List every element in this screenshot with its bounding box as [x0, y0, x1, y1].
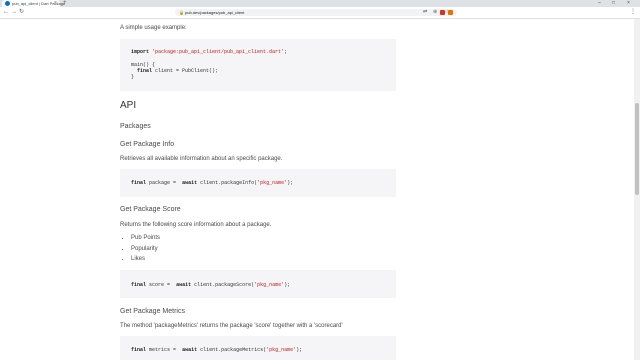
- packages-heading: Packages: [120, 123, 151, 130]
- list-item: Popularity: [131, 246, 160, 257]
- package-info-heading: Get Package Info: [120, 141, 175, 148]
- close-window-icon[interactable]: ×: [627, 0, 630, 7]
- package-info-code-block: final package = await client.packageInfo…: [120, 169, 396, 197]
- page-content: A simple usage example: import 'package:…: [0, 19, 634, 360]
- intro-text: A simple usage example:: [120, 25, 187, 31]
- new-tab-icon[interactable]: +: [63, 0, 67, 7]
- example-code-block: import 'package:pub_api_client/pub_api_c…: [120, 39, 396, 91]
- extension-icon[interactable]: [448, 10, 453, 15]
- lock-icon: 🔒: [179, 10, 184, 15]
- list-item: Likes: [131, 256, 160, 267]
- forward-icon[interactable]: →: [11, 8, 17, 17]
- extension-icon[interactable]: [440, 10, 445, 15]
- browser-menu-icon[interactable]: ⋮: [630, 8, 636, 17]
- translate-icon[interactable]: ⇄: [423, 9, 427, 16]
- package-info-description: Retrieves all available information abou…: [120, 156, 283, 162]
- address-bar[interactable]: 🔒 pub.dev/packages/pub_api_client ⇄ ⊕ ☆: [175, 9, 457, 16]
- code-line: final package = await client.packageInfo…: [131, 180, 294, 186]
- dart-favicon-icon: [5, 1, 10, 6]
- minimize-icon[interactable]: –: [598, 0, 601, 7]
- url-text: pub.dev/packages/pub_api_client: [185, 10, 245, 15]
- back-icon[interactable]: ←: [3, 8, 9, 17]
- zoom-icon[interactable]: ⊕: [433, 9, 437, 16]
- tab-title: pub_api_client | Dart Package: [12, 1, 66, 6]
- close-tab-icon[interactable]: ×: [54, 0, 57, 7]
- code-line: final metrics = await client.packageMetr…: [131, 347, 303, 353]
- list-item: Pub Points: [131, 235, 160, 246]
- code-line: final score = await client.packageScore(…: [131, 282, 291, 288]
- code-line: }: [131, 74, 135, 80]
- score-list: Pub Points Popularity Likes: [120, 235, 160, 267]
- code-line: import 'package:pub_api_client/pub_api_c…: [131, 49, 288, 55]
- package-score-description: Returns the following score information …: [120, 222, 272, 228]
- maximize-icon[interactable]: □: [612, 0, 615, 7]
- reload-icon[interactable]: ↻: [19, 8, 24, 17]
- package-score-heading: Get Package Score: [120, 206, 181, 213]
- package-metrics-code-block: final metrics = await client.packageMetr…: [120, 336, 396, 360]
- package-metrics-heading: Get Package Metrics: [120, 308, 185, 315]
- code-line: final client = PubClient();: [137, 68, 219, 74]
- package-score-code-block: final score = await client.packageScore(…: [120, 270, 396, 298]
- page-scrollbar[interactable]: [634, 19, 640, 360]
- browser-toolbar: ← → ↻ 🔒 pub.dev/packages/pub_api_client …: [0, 7, 640, 19]
- browser-tab[interactable]: pub_api_client | Dart Package ×: [2, 0, 65, 7]
- tab-strip: pub_api_client | Dart Package × + – □ ×: [0, 0, 640, 7]
- api-heading: API: [120, 100, 137, 111]
- scrollbar-thumb[interactable]: [635, 103, 639, 195]
- package-metrics-description: The method 'packageMetrics' returns the …: [120, 323, 343, 329]
